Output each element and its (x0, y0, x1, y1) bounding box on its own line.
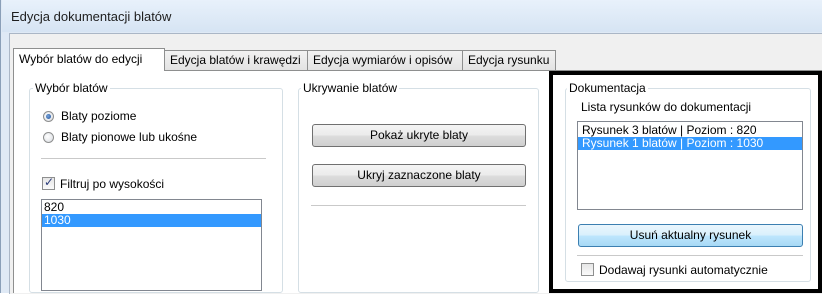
checkmark-icon: ✓ (43, 175, 55, 189)
window-title: Edycja dokumentacji blatów (11, 9, 172, 24)
list-item-selected[interactable]: Rysunek 1 blatów | Poziom : 1030 (578, 137, 802, 150)
list-item-selected[interactable]: 1030 (42, 214, 261, 227)
tab-drawing-label: Edycja rysunku (468, 53, 550, 67)
radio-vertical-label[interactable]: Blaty pionowe lub ukośne (61, 130, 197, 144)
hiding-group-title: Ukrywanie blatów (301, 81, 400, 95)
radio-dot-icon (46, 114, 51, 119)
tab-edges-label: Edycja blatów i krawędzi (170, 53, 301, 67)
list-item[interactable]: 820 (42, 201, 261, 214)
tab-selection-label: Wybór blatów do edycji (19, 52, 143, 66)
heights-listbox[interactable]: 820 1030 (41, 199, 262, 291)
tab-dimensions[interactable]: Edycja wymiarów i opisów (307, 50, 463, 70)
show-hidden-button[interactable]: Pokaż ukryte blaty (312, 124, 526, 147)
drawings-list-label: Lista rysunków do dokumentacji (581, 100, 752, 114)
separator (311, 205, 526, 206)
filter-checkbox-label[interactable]: Filtruj po wysokości (60, 177, 164, 191)
filter-checkbox[interactable]: ✓ (42, 175, 55, 190)
radio-horizontal-label[interactable]: Blaty poziome (61, 109, 136, 123)
auto-add-checkbox-label[interactable]: Dodawaj rysunki automatycznie (599, 263, 768, 277)
auto-add-checkbox[interactable] (581, 263, 594, 276)
documentation-group-title: Dokumentacja (567, 81, 648, 95)
tab-edges[interactable]: Edycja blatów i krawędzi (164, 50, 308, 70)
hide-selected-button[interactable]: Ukryj zaznaczone blaty (312, 164, 526, 187)
separator (41, 158, 266, 159)
radio-vertical[interactable] (43, 132, 54, 143)
tab-drawing[interactable]: Edycja rysunku (462, 50, 556, 70)
tab-dimensions-label: Edycja wymiarów i opisów (313, 53, 453, 67)
remove-drawing-button[interactable]: Usuń aktualny rysunek (578, 224, 803, 247)
title-bar[interactable]: Edycja dokumentacji blatów (2, 0, 822, 32)
radio-horizontal[interactable] (43, 111, 54, 122)
tab-selection[interactable]: Wybór blatów do edycji (13, 48, 165, 71)
hiding-group (298, 88, 539, 293)
drawings-listbox[interactable]: Rysunek 3 blatów | Poziom : 820 Rysunek … (577, 121, 803, 210)
separator (577, 255, 803, 256)
selection-group-title: Wybór blatów (33, 81, 110, 95)
